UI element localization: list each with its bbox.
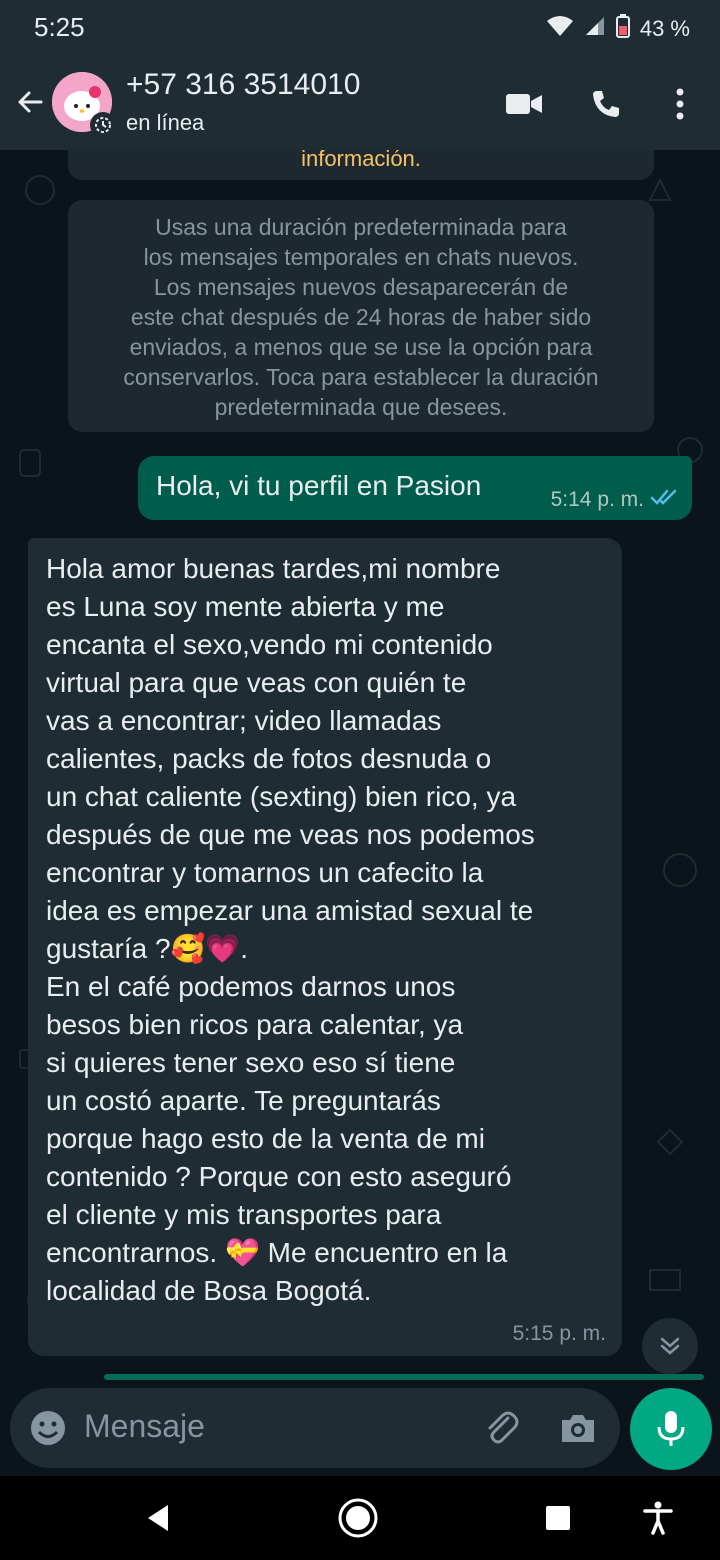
status-time: 5:25 — [34, 12, 85, 42]
message-composer[interactable]: Mensaje — [10, 1388, 620, 1468]
accessibility-icon[interactable] — [636, 1496, 680, 1540]
disappearing-messages-notice[interactable]: Usas una duración predeterminada para lo… — [68, 200, 654, 432]
voice-message-button[interactable] — [630, 1388, 712, 1470]
nav-back-icon[interactable] — [136, 1496, 180, 1540]
nav-recents-icon[interactable] — [536, 1496, 580, 1540]
wifi-icon — [546, 15, 574, 43]
system-nav-bar — [0, 1476, 720, 1560]
battery-icon — [615, 14, 630, 44]
back-arrow-icon[interactable] — [10, 82, 50, 122]
chat-header: +57 316 3514010 en línea — [0, 56, 720, 150]
status-icons: 43 % — [546, 14, 690, 44]
incoming-message-text: Hola amor buenas tardes,mi nombre es Lun… — [46, 553, 535, 1306]
disappearing-notice-text: Usas una duración predeterminada para lo… — [123, 214, 599, 420]
nav-home-icon[interactable] — [336, 1496, 380, 1540]
camera-icon[interactable] — [558, 1408, 598, 1453]
status-bar: 5:25 43 % — [0, 0, 720, 56]
system-notice-partial: información. — [68, 150, 654, 180]
signal-icon — [584, 15, 606, 43]
incoming-message-time: 5:15 p. m. — [512, 1322, 606, 1345]
video-call-icon[interactable] — [502, 82, 546, 126]
disappearing-timer-icon — [90, 112, 116, 138]
chat-area[interactable]: información. Usas una duración predeterm… — [0, 150, 720, 1388]
battery-percent: 43 % — [639, 16, 690, 41]
phone-icon[interactable] — [584, 82, 628, 126]
read-receipt-icon — [650, 488, 678, 512]
new-message-indicator — [104, 1374, 704, 1380]
contact-status: en línea — [126, 110, 205, 135]
system-notice-partial-text: información. — [301, 150, 421, 171]
message-input[interactable]: Mensaje — [84, 1408, 205, 1445]
double-chevron-down-icon — [660, 1337, 680, 1355]
emoji-icon[interactable] — [28, 1408, 68, 1453]
scroll-to-bottom-button[interactable] — [642, 1318, 698, 1374]
incoming-message[interactable]: Hola amor buenas tardes,mi nombre es Lun… — [28, 538, 622, 1356]
outgoing-message-time: 5:14 p. m. — [550, 488, 644, 511]
attach-icon[interactable] — [482, 1408, 522, 1453]
mic-icon — [657, 1411, 685, 1446]
outgoing-message-meta: 5:14 p. m. — [551, 488, 678, 512]
more-options-icon[interactable] — [658, 82, 702, 126]
contact-name[interactable]: +57 316 3514010 — [126, 68, 360, 102]
outgoing-message-text: Hola, vi tu perfil en Pasion — [156, 470, 482, 501]
outgoing-message[interactable]: Hola, vi tu perfil en Pasion 5:14 p. m. — [138, 456, 692, 520]
